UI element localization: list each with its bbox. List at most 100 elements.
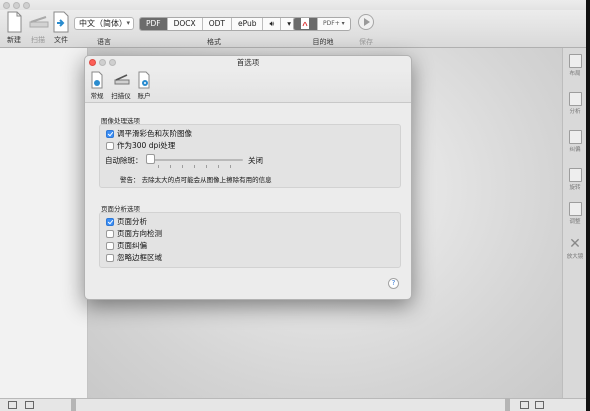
destination-group-label: 目的地	[312, 38, 334, 46]
status-bar	[0, 398, 586, 411]
sidebar-item-rotate[interactable]: 旋转	[563, 168, 587, 191]
sidebar-item-layout[interactable]: 布局	[563, 54, 587, 77]
save-label: 保存	[359, 38, 373, 46]
file-label: 文件	[54, 36, 68, 44]
dropdown-arrow-icon: ▾	[126, 19, 130, 27]
list-view-icon[interactable]	[25, 401, 34, 409]
image-options-box: 调平滑彩色和灰阶图像 作为300 dpi处理 自动除斑： 关闭 警告： 去除太大…	[99, 124, 401, 188]
save-button[interactable]	[358, 14, 374, 30]
account-icon	[137, 71, 151, 89]
orientation-detection-option[interactable]: 页面方向检测	[106, 228, 162, 239]
zoom-window-button[interactable]	[23, 2, 30, 9]
scan-label: 扫描	[31, 36, 45, 44]
main-toolbar: 新建 扫描 文件 中文（简体） ▾ 语言 PDF DOCX ODT ePub 🔊…	[0, 10, 590, 48]
dpi300-option[interactable]: 作为300 dpi处理	[106, 140, 175, 151]
new-button[interactable]: 新建	[4, 11, 24, 45]
format-audio[interactable]: 🔊︎	[263, 18, 282, 30]
page-analysis-checkbox[interactable]	[106, 217, 114, 226]
adjust-icon	[568, 202, 582, 216]
dpi300-checkbox[interactable]	[106, 141, 114, 150]
help-button[interactable]: ?	[388, 278, 399, 289]
sidebar-item-adjust[interactable]: 调整	[563, 202, 587, 225]
format-segmented-control: PDF DOCX ODT ePub 🔊︎ ▾	[139, 17, 298, 31]
sidebar-label: 放大镜	[566, 254, 584, 260]
deskew-icon	[568, 130, 582, 144]
slider-tick	[170, 165, 171, 168]
page-deskew-option[interactable]: 页面纠偏	[106, 240, 147, 251]
dialog-title: 首选项	[236, 58, 260, 67]
language-group-label: 语言	[97, 38, 111, 46]
right-sidebar: 布局 分析 纠偏 旋转 调整 ✕ 放大镜	[562, 48, 586, 398]
smooth-label: 调平滑彩色和灰阶图像	[117, 129, 192, 138]
option-label: 页面分析	[117, 217, 147, 226]
window-titlebar	[0, 0, 590, 10]
page-view-icon[interactable]	[520, 401, 529, 409]
format-epub[interactable]: ePub	[232, 18, 264, 30]
page-analysis-option[interactable]: 页面分析	[106, 216, 147, 227]
sidebar-item-magnifier[interactable]: ✕ 放大镜	[563, 236, 587, 260]
bottom-scrollbar[interactable]	[505, 398, 510, 411]
slider-tick	[230, 165, 231, 168]
tab-general[interactable]: 常规	[88, 70, 106, 100]
sidebar-label: 调整	[569, 219, 581, 225]
preferences-dialog: 首选项 常规 扫描仪 账户 图像处理选项 调平滑彩色和灰阶图像 作为300 dp…	[84, 55, 412, 300]
minimize-window-button[interactable]	[13, 2, 20, 9]
slider-tick	[158, 165, 159, 168]
destination-control: PDF+ ▾	[293, 17, 351, 31]
rotate-icon	[568, 168, 582, 182]
file-import-icon	[51, 11, 71, 33]
ignore-border-option[interactable]: 忽略边框区域	[106, 252, 162, 263]
destination-pdf[interactable]	[294, 18, 318, 30]
option-label: 页面纠偏	[117, 241, 147, 250]
sidebar-item-analyze[interactable]: 分析	[563, 92, 587, 115]
option-label: 页面方向检测	[117, 229, 162, 238]
dropdown-arrow-icon: ▾	[287, 19, 291, 28]
slider-tick	[206, 165, 207, 168]
sidebar-label: 布局	[569, 71, 581, 77]
option-label: 忽略边框区域	[117, 253, 162, 262]
ignore-border-checkbox[interactable]	[106, 253, 114, 262]
speaker-icon: 🔊︎	[269, 19, 275, 28]
page-thumbnails-pane[interactable]	[0, 48, 88, 398]
slider-tick	[194, 165, 195, 168]
despeckle-value: 关闭	[248, 156, 263, 165]
analyze-icon	[568, 92, 582, 106]
orientation-detection-checkbox[interactable]	[106, 229, 114, 238]
file-button[interactable]: 文件	[51, 11, 71, 45]
sidebar-item-deskew[interactable]: 纠偏	[563, 130, 587, 153]
page-options-box: 页面分析 页面方向检测 页面纠偏 忽略边框区域	[99, 212, 401, 268]
page-deskew-checkbox[interactable]	[106, 241, 114, 250]
window-edge	[586, 0, 590, 411]
close-dialog-button[interactable]	[89, 59, 96, 66]
zoom-options-icon[interactable]	[535, 401, 544, 409]
slider-tick	[218, 165, 219, 168]
sidebar-label: 分析	[569, 109, 581, 115]
smooth-checkbox[interactable]	[106, 129, 114, 138]
grid-view-icon[interactable]	[8, 401, 17, 409]
smooth-option[interactable]: 调平滑彩色和灰阶图像	[106, 128, 192, 139]
pdf-icon	[301, 18, 309, 29]
new-document-icon	[4, 11, 24, 33]
tab-scanner[interactable]: 扫描仪	[109, 70, 133, 100]
magnifier-icon: ✕	[569, 236, 581, 252]
tab-label: 常规	[90, 92, 104, 100]
despeckle-slider-knob[interactable]	[146, 154, 155, 164]
sidebar-label: 纠偏	[569, 147, 581, 153]
dpi300-label: 作为300 dpi处理	[117, 141, 176, 150]
destination-dropdown[interactable]: PDF+ ▾	[318, 18, 350, 30]
despeckle-slider-track[interactable]	[148, 159, 243, 161]
scan-button[interactable]: 扫描	[27, 11, 49, 45]
zoom-dialog-button[interactable]	[109, 59, 116, 66]
format-odt[interactable]: ODT	[203, 18, 232, 30]
language-select[interactable]: 中文（简体） ▾	[74, 17, 134, 30]
minimize-dialog-button[interactable]	[99, 59, 106, 66]
close-window-button[interactable]	[3, 2, 10, 9]
tab-account[interactable]: 账户	[135, 70, 153, 100]
left-scrollbar[interactable]	[71, 398, 76, 411]
tab-label: 扫描仪	[111, 92, 131, 100]
format-docx[interactable]: DOCX	[168, 18, 203, 30]
despeckle-warning: 警告： 去除太大的点可能会从图像上擦除有用的信息	[120, 176, 272, 184]
format-pdf[interactable]: PDF	[140, 18, 168, 30]
language-value: 中文（简体）	[79, 19, 127, 28]
scanner-icon	[28, 11, 49, 33]
